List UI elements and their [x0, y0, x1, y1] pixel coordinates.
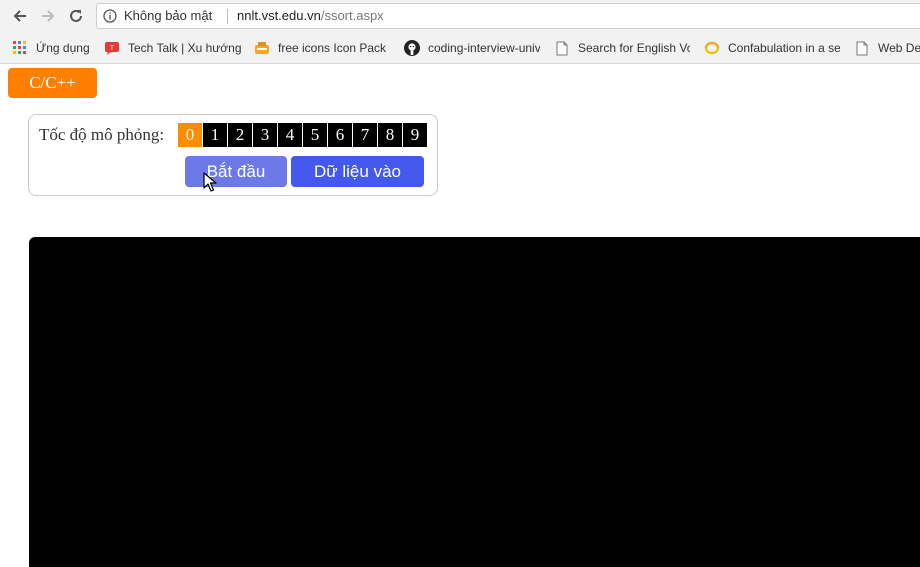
- page-icon: [554, 40, 570, 56]
- browser-toolbar: Không bảo mật nnlt.vst.edu.vn/ssort.aspx: [0, 0, 920, 32]
- speed-option[interactable]: 0: [178, 123, 202, 147]
- forward-arrow-icon[interactable]: [38, 6, 58, 26]
- simulation-canvas: [29, 237, 920, 567]
- bookmarks-bar: Ứng dụng T Tech Talk | Xu hướng free ico…: [0, 32, 920, 64]
- url-text[interactable]: nnlt.vst.edu.vn/ssort.aspx: [237, 8, 384, 24]
- speed-option[interactable]: 9: [403, 123, 427, 147]
- bookmark-label: coding-interview-univ: [428, 41, 540, 55]
- confab-icon: [704, 40, 720, 56]
- speed-option[interactable]: 3: [253, 123, 277, 147]
- mouse-cursor-icon: [203, 172, 217, 197]
- bookmark-label: Tech Talk | Xu hướng: [128, 41, 242, 55]
- input-data-button[interactable]: Dữ liệu vào: [291, 156, 424, 187]
- omnibox-divider: [227, 9, 228, 24]
- speed-option[interactable]: 5: [303, 123, 327, 147]
- url-host: nnlt.vst.edu.vn: [237, 8, 321, 23]
- language-button[interactable]: C/C++: [8, 68, 97, 98]
- url-path: /ssort.aspx: [320, 8, 384, 23]
- bookmark-github[interactable]: coding-interview-univ: [404, 40, 540, 56]
- speed-option[interactable]: 7: [353, 123, 377, 147]
- bookmark-label: Web De: [878, 41, 920, 55]
- bookmark-label: Confabulation in a se: [728, 41, 840, 55]
- bookmark-techtalk[interactable]: T Tech Talk | Xu hướng: [104, 40, 242, 56]
- back-arrow-icon[interactable]: [10, 6, 30, 26]
- speed-option[interactable]: 8: [378, 123, 402, 147]
- address-bar[interactable]: Không bảo mật nnlt.vst.edu.vn/ssort.aspx: [96, 3, 920, 29]
- speed-label: Tốc độ mô phỏng:: [39, 125, 165, 144]
- speed-selector: 0 1 2 3 4 5 6 7 8 9: [178, 123, 427, 147]
- bookmark-label: Search for English Vo: [578, 41, 690, 55]
- info-icon[interactable]: [103, 9, 117, 23]
- bookmark-apps[interactable]: Ứng dụng: [12, 40, 90, 56]
- security-label: Không bảo mật: [124, 8, 213, 23]
- speed-option[interactable]: 2: [228, 123, 252, 147]
- github-icon: [404, 40, 420, 56]
- icon-pack-icon: [254, 40, 270, 56]
- bookmark-label: free icons Icon Pack (: [278, 41, 390, 55]
- speed-option[interactable]: 1: [203, 123, 227, 147]
- bookmark-web-de[interactable]: Web De: [854, 40, 920, 56]
- start-button[interactable]: Bắt đầu: [185, 156, 287, 187]
- bookmark-confabulation[interactable]: Confabulation in a se: [704, 40, 840, 56]
- page-icon: [854, 40, 870, 56]
- apps-grid-icon: [12, 40, 28, 56]
- reload-icon[interactable]: [66, 6, 86, 26]
- techtalk-icon: T: [104, 40, 120, 56]
- bookmark-search-english[interactable]: Search for English Vo: [554, 40, 690, 56]
- bookmark-label: Ứng dụng: [36, 41, 90, 55]
- bookmark-icon-pack[interactable]: free icons Icon Pack (: [254, 40, 390, 56]
- control-panel: Tốc độ mô phỏng: 0 1 2 3 4 5 6 7 8 9 Bắt…: [28, 114, 438, 196]
- svg-text:T: T: [109, 45, 114, 52]
- speed-option[interactable]: 6: [328, 123, 352, 147]
- speed-option[interactable]: 4: [278, 123, 302, 147]
